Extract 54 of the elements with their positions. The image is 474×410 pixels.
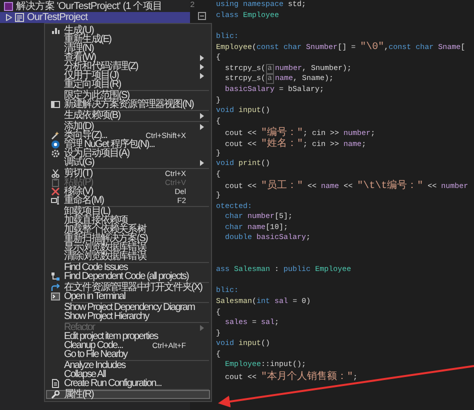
build-icon — [51, 26, 60, 35]
menu-item[interactable]: 加载直接依赖项 — [46, 216, 210, 225]
menu-item[interactable]: 添加(D) — [46, 122, 210, 131]
menu-item[interactable]: 属性(R) — [46, 390, 210, 399]
menu-item[interactable]: 加载整个依赖关系树 — [46, 225, 210, 234]
menu-item[interactable]: 分析和代码清理(Z) — [46, 62, 210, 71]
document-icon — [51, 379, 60, 388]
line-number: 2 — [190, 0, 195, 10]
menu-item[interactable]: 查看(W) — [46, 53, 210, 62]
menu-item[interactable]: 新建解决方案资源管理器视图(N) — [46, 100, 210, 109]
menu-item[interactable]: 生成依赖项(B) — [46, 111, 210, 120]
window-icon — [51, 100, 60, 109]
menu-item[interactable]: Show Project Dependency Diagram — [46, 303, 210, 312]
menu-item[interactable]: Create Run Configuration... — [46, 379, 210, 388]
menu-item[interactable]: 清理(N) — [46, 44, 210, 53]
menu-item[interactable]: Find Dependent Code (all projects) — [46, 272, 210, 281]
menu-item[interactable]: 卸载项目(L) — [46, 207, 210, 216]
terminal-icon — [51, 292, 60, 301]
menu-item[interactable]: 重定向项目(R) — [46, 80, 210, 89]
menu-item[interactable]: 仅用于项目(J) — [46, 71, 210, 80]
caret-icon[interactable] — [6, 14, 12, 21]
menu-item[interactable]: Find Code Issues — [46, 263, 210, 272]
menu-item[interactable]: 在文件资源管理器中打开文件夹(X) — [46, 283, 210, 292]
wand-icon — [51, 131, 60, 140]
menu-item[interactable]: 调试(G) — [46, 158, 210, 167]
collapse-icon[interactable] — [198, 12, 206, 20]
project-icon — [15, 13, 24, 22]
menu-item[interactable]: 重新生成(E) — [46, 35, 210, 44]
rename-icon — [51, 196, 60, 205]
menu-item[interactable]: Show Project Hierarchy — [46, 312, 210, 321]
solution-icon — [4, 2, 13, 11]
tree-item[interactable]: OurTestProject — [0, 12, 190, 23]
menu-item[interactable]: 生成(U) — [46, 26, 210, 35]
hierarchy-icon — [51, 272, 60, 281]
menu-item[interactable]: 清除浏览数据库错误 — [46, 252, 210, 261]
menu-item[interactable]: 设为启动项目(A) — [46, 149, 210, 158]
tree-item[interactable]: 解决方案 'OurTestProject' (1 个项目 — [0, 0, 190, 12]
clipboard-icon — [51, 178, 60, 187]
menu-item[interactable]: Analyze Includes — [46, 361, 210, 370]
menu-item[interactable]: Collapse All — [46, 370, 210, 379]
submenu-arrow-icon — [200, 160, 204, 166]
menu-item[interactable]: 管理 NuGet 程序包(N)... — [46, 140, 210, 149]
menu-item[interactable]: 限定为此范围(S) — [46, 91, 210, 100]
gear-icon — [51, 149, 60, 158]
menu-item[interactable]: Edit project item properties — [46, 332, 210, 341]
submenu-arrow-icon — [200, 324, 204, 330]
menu-item[interactable]: 重新扫描解决方案(S) — [46, 234, 210, 243]
menu-item[interactable]: Open in Terminal — [46, 292, 210, 301]
scissors-icon — [51, 169, 60, 178]
menu-item[interactable]: Go to File Nearby — [46, 350, 210, 359]
arrow-icon — [51, 283, 60, 292]
package-icon — [51, 140, 60, 149]
menu-item[interactable]: 显示浏览数据库错误 — [46, 243, 210, 252]
delete-icon — [51, 187, 60, 196]
